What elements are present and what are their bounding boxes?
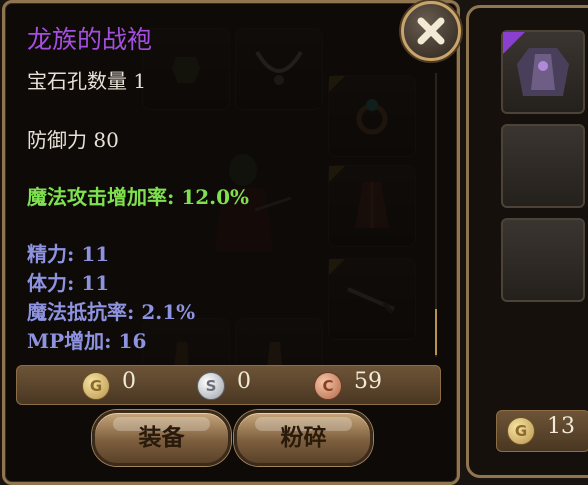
gold-coin-icon: G [507,417,535,445]
side-inventory-panel [466,5,588,478]
magic-attack-bonus: 魔法攻击增加率: 12.0% [27,185,250,209]
gold-amount: 0 [122,369,136,394]
silver-amount: 0 [237,369,251,394]
stat-line: MP增加: 16 [27,329,147,353]
gem-slot-count: 宝石孔数量 1 [27,69,147,93]
smash-button-label: 粉碎 [280,424,327,451]
close-icon [417,17,445,45]
smash-button[interactable]: 粉碎 [234,410,373,466]
stat-line: 体力: 11 [27,271,110,295]
armor-icon [517,48,569,96]
item-name: 龙族的战袍 [27,25,153,54]
empty-slot[interactable] [501,218,585,302]
copper-coin-icon: C [314,372,342,400]
player-gold-amount: 13 [547,414,575,439]
item-tooltip: 龙族的战袍 宝石孔数量 1 防御力 80 魔法攻击增加率: 12.0% 精力: … [2,0,460,485]
equipped-item-slot[interactable] [501,30,585,114]
gold-coin-icon: G [82,372,110,400]
close-button[interactable] [401,1,461,61]
copper-amount: 59 [354,369,382,394]
defense-stat: 防御力 80 [27,128,119,152]
empty-slot[interactable] [501,124,585,208]
equip-button[interactable]: 装备 [92,410,231,466]
stat-line: 魔法抵抗率: 2.1% [27,300,196,324]
player-gold: G 13 [496,410,588,452]
silver-coin-icon: S [197,372,225,400]
price-bar: G 0 S 0 C 59 [16,365,441,405]
stat-line: 精力: 11 [27,242,110,266]
tooltip-scrollbar-thumb[interactable] [435,309,437,355]
equip-button-label: 装备 [138,424,185,451]
